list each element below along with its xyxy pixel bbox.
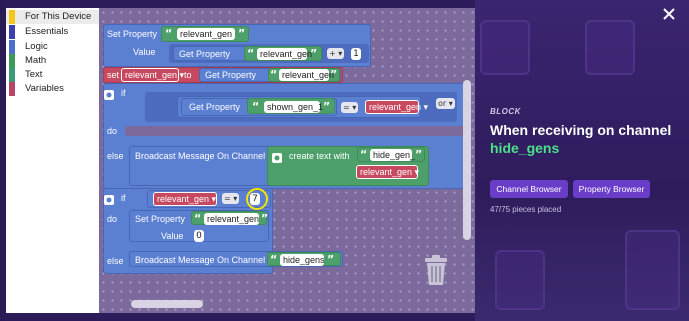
background-scene — [475, 0, 689, 321]
quote-mark: “ — [194, 212, 202, 225]
block-label: to — [184, 70, 192, 80]
category-for-this-device[interactable]: For This Device — [6, 10, 99, 24]
number-field[interactable]: 0 — [194, 230, 204, 242]
quote-mark: “ — [252, 100, 260, 113]
gear-icon[interactable] — [103, 86, 117, 100]
block-label: set — [107, 70, 120, 80]
category-label: Logic — [25, 41, 48, 52]
quote-mark: “ — [165, 27, 173, 40]
block-label: Get Property — [189, 102, 241, 112]
variable-dropdown[interactable]: relevant_gen ▾ — [121, 68, 184, 82]
quote-mark: “ — [270, 68, 278, 81]
logic-dropdown[interactable]: or ▾ — [436, 98, 455, 109]
number-field[interactable]: 1 — [351, 48, 361, 60]
block-label: Value — [161, 231, 184, 241]
quote-mark: ” — [330, 68, 338, 81]
category-label: For This Device — [25, 11, 92, 22]
block-label: else — [107, 256, 124, 266]
channel-browser-button[interactable]: Channel Browser — [490, 180, 568, 198]
block-label: else — [107, 151, 124, 161]
block-label: do — [107, 214, 118, 224]
vertical-scrollbar[interactable] — [463, 80, 471, 240]
block-label: Value — [133, 47, 156, 57]
category-label: Variables — [25, 83, 64, 94]
category-label: Text — [25, 69, 43, 80]
block-label: Broadcast Message On Channel — [135, 151, 266, 161]
operator-dropdown[interactable]: = ▾ — [222, 193, 240, 204]
operator-dropdown[interactable]: + ▾ — [327, 48, 345, 59]
category-text[interactable]: Text — [6, 68, 99, 82]
block-label: Get Property — [205, 70, 257, 80]
block-label: Get Property — [179, 49, 231, 59]
category-label: Math — [25, 55, 47, 66]
block-label: do — [107, 126, 118, 136]
quote-mark: ” — [238, 27, 246, 40]
text-field[interactable]: hide_gen_ — [370, 149, 415, 161]
quote-mark: ” — [261, 212, 269, 225]
gear-icon[interactable] — [103, 191, 117, 205]
quote-mark: “ — [360, 148, 368, 161]
panel-label: BLOCK — [490, 107, 521, 116]
text-field[interactable]: shown_gen_1 — [264, 101, 323, 113]
category-essentials[interactable]: Essentials — [6, 25, 99, 39]
category-swatch — [9, 25, 15, 39]
quote-mark: “ — [247, 47, 255, 60]
category-swatch — [9, 82, 15, 96]
gear-icon[interactable] — [271, 149, 283, 163]
variable-dropdown[interactable]: relevant_gen ▾ — [356, 165, 419, 179]
block-label: create text with — [289, 151, 350, 161]
block-label: Broadcast Message On Channel — [135, 255, 266, 265]
pieces-count: 47/75 pieces placed — [490, 205, 562, 214]
text-field[interactable]: relevant_gen — [177, 28, 235, 40]
category-math[interactable]: Math — [6, 54, 99, 68]
category-logic[interactable]: Logic — [6, 40, 99, 54]
category-label: Essentials — [25, 26, 69, 37]
quote-mark: ” — [323, 100, 331, 113]
trash-icon[interactable] — [423, 254, 449, 286]
variable-dropdown[interactable]: relevant_gen ▾ — [153, 192, 217, 206]
block-label: Set Property — [135, 214, 186, 224]
variable-dropdown[interactable]: relevant_gen ▾ — [365, 100, 428, 114]
horizontal-scrollbar[interactable] — [131, 300, 203, 308]
channel-name: hide_gens — [490, 140, 560, 156]
category-swatch — [9, 54, 15, 68]
block-label: Set Property — [107, 29, 158, 39]
highlight-circle — [246, 188, 268, 210]
category-swatch — [9, 68, 15, 82]
operator-dropdown[interactable]: = ▾ — [341, 102, 359, 113]
quote-mark: “ — [270, 253, 278, 266]
block-workspace[interactable]: Set Property “ relevant_gen ” Value Get … — [99, 8, 475, 313]
text-field[interactable]: relevant_gen — [257, 48, 312, 60]
text-field[interactable]: relevant_gen — [204, 213, 259, 225]
quote-mark: ” — [415, 148, 423, 161]
category-swatch — [9, 10, 15, 24]
empty-do-slot[interactable] — [125, 126, 465, 136]
quote-mark: ” — [310, 47, 318, 60]
block-label: if — [121, 193, 126, 203]
category-swatch — [9, 40, 15, 54]
quote-mark: ” — [327, 253, 335, 266]
text-field[interactable]: hide_gens — [280, 254, 325, 266]
block-label: if — [121, 88, 126, 98]
category-list: For This Device Essentials Logic Math Te… — [6, 8, 99, 313]
category-variables[interactable]: Variables — [6, 82, 99, 96]
panel-title: When receiving on channel — [490, 122, 672, 138]
text-field[interactable]: relevant_gen — [279, 69, 334, 81]
close-icon[interactable] — [661, 6, 677, 22]
property-browser-button[interactable]: Property Browser — [573, 180, 650, 198]
